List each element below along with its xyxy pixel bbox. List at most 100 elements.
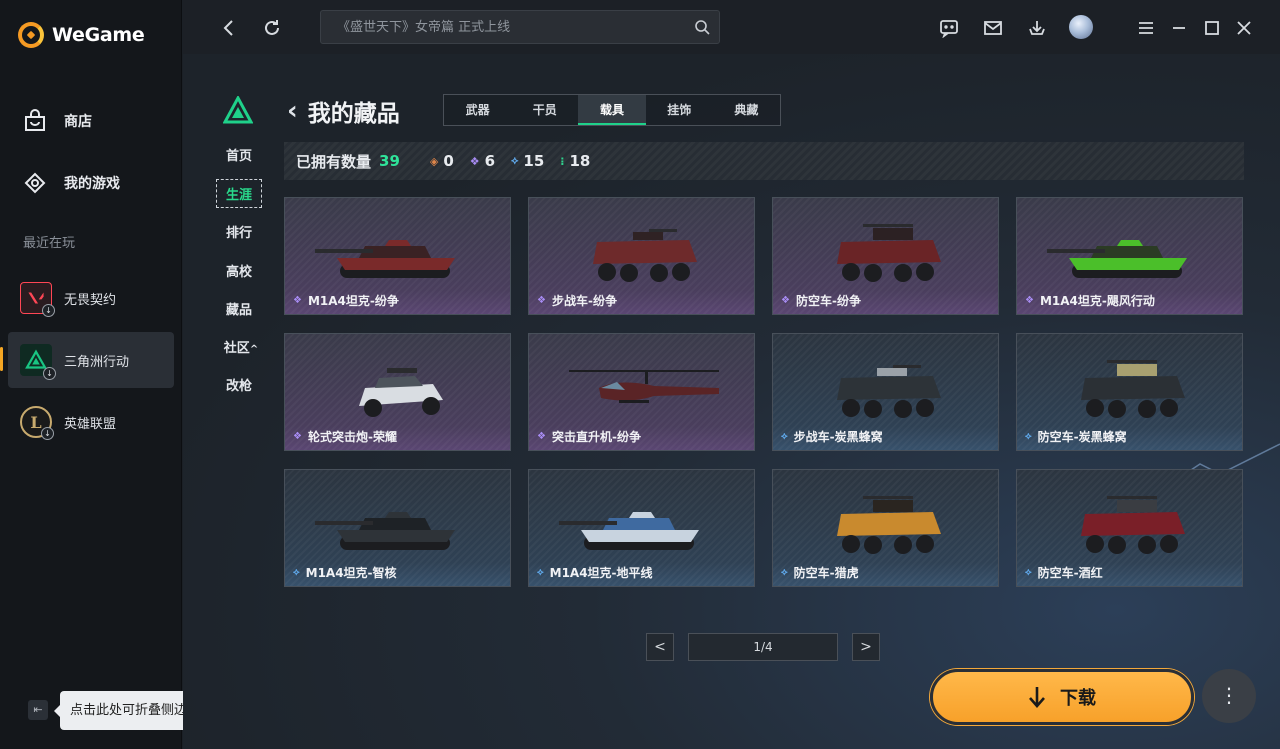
tab-archive[interactable]: 典藏 <box>713 95 780 125</box>
download-button[interactable]: 下载 <box>930 669 1194 725</box>
rarity-count-green: ⁝ 18 <box>560 152 590 170</box>
blue-diamond-icon: ⟡ <box>1025 431 1032 442</box>
blue-diamond-icon: ⟡ <box>537 567 544 578</box>
search-input[interactable] <box>321 11 671 43</box>
close-button[interactable] <box>1232 16 1256 40</box>
user-avatar[interactable] <box>1069 15 1093 39</box>
vehicle-image <box>1081 360 1185 418</box>
vehicle-name: 防空车-猎虎 <box>793 566 859 580</box>
download-manager-button[interactable] <box>1025 16 1049 40</box>
vehicle-name: 步战车-炭黑蜂窝 <box>793 430 883 444</box>
subnav-career[interactable]: 生涯 <box>216 179 262 208</box>
vehicle-image <box>315 240 455 278</box>
vehicle-card[interactable]: ❖ M1A4坦克-纷争 <box>284 197 511 315</box>
vehicle-image <box>315 512 455 550</box>
game-item-delta-force[interactable]: ↓ 三角洲行动 <box>8 332 174 388</box>
game-item-valorant[interactable]: ↓ 无畏契约 <box>8 270 174 326</box>
vehicle-name: 防空车-炭黑蜂窝 <box>1037 430 1127 444</box>
vehicle-card[interactable]: ❖ 轮式突击炮-荣耀 <box>284 333 511 451</box>
vehicle-card-label: ❖ 轮式突击炮-荣耀 <box>293 428 397 445</box>
vehicle-image <box>569 370 719 403</box>
vehicle-card-label: ⟡ 防空车-炭黑蜂窝 <box>1025 428 1127 445</box>
maximize-button[interactable] <box>1200 16 1224 40</box>
green-diamond-icon: ⁝ <box>560 154 565 168</box>
vehicle-card-label: ⟡ M1A4坦克-地平线 <box>537 564 653 581</box>
vehicle-card[interactable]: ❖ 突击直升机-纷争 <box>528 333 755 451</box>
tab-vehicles[interactable]: 载具 <box>578 95 646 125</box>
vehicle-card-label: ❖ 步战车-纷争 <box>537 292 617 309</box>
vehicle-image <box>359 368 443 417</box>
chevron-left-icon <box>223 20 233 36</box>
subnav-gun-mod[interactable]: 改枪 <box>216 375 262 394</box>
subnav-home[interactable]: 首页 <box>216 145 262 164</box>
subnav-university[interactable]: 高校 <box>216 261 262 280</box>
chat-icon <box>940 20 958 38</box>
vehicle-card[interactable]: ❖ 防空车-纷争 <box>772 197 999 315</box>
game-name: 英雄联盟 <box>64 416 117 432</box>
tab-operators[interactable]: 干员 <box>511 95 578 125</box>
orange-diamond-icon: ◈ <box>429 154 439 168</box>
back-button[interactable] <box>217 16 241 40</box>
top-bar <box>183 0 1280 54</box>
rarity-count: 15 <box>523 152 545 170</box>
owned-total: 39 <box>379 152 400 170</box>
minimize-button[interactable] <box>1167 16 1191 40</box>
download-badge-icon: ↓ <box>43 367 56 380</box>
vehicle-card[interactable]: ⟡ 步战车-炭黑蜂窝 <box>772 333 999 451</box>
vehicle-name: 防空车-纷争 <box>795 294 861 308</box>
vehicle-name: 轮式突击炮-荣耀 <box>307 430 397 444</box>
vehicle-image <box>837 496 941 554</box>
sidebar: WeGame 商店 我的游戏 最近在玩 ↓ 无畏契约 ↓ 三角洲行动 L ↓ 英… <box>0 0 211 749</box>
purple-diamond-icon: ❖ <box>293 431 302 442</box>
vehicle-card[interactable]: ⟡ 防空车-炭黑蜂窝 <box>1016 333 1243 451</box>
sidebar-item-label: 商店 <box>64 114 92 130</box>
more-options-button[interactable]: ⋮ <box>1202 669 1256 723</box>
refresh-button[interactable] <box>260 16 284 40</box>
vehicle-card-label: ❖ 突击直升机-纷争 <box>537 428 641 445</box>
rarity-count: 0 <box>443 152 454 170</box>
owned-summary: 已拥有数量 39 ◈ 0 ❖ 6 ⟡ 15 ⁝ 18 <box>284 142 1244 180</box>
blue-diamond-icon: ⟡ <box>1025 567 1032 578</box>
subnav-community[interactable]: 社区^ <box>221 337 261 356</box>
download-badge-icon: ↓ <box>41 427 54 440</box>
mail-icon <box>984 21 1002 35</box>
vehicle-card-label: ⟡ M1A4坦克-智核 <box>293 564 397 581</box>
download-manager-icon <box>1029 21 1045 35</box>
vehicle-name: M1A4坦克-纷争 <box>307 294 399 308</box>
mail-button[interactable] <box>981 16 1005 40</box>
vehicle-card[interactable]: ❖ M1A4坦克-飓风行动 <box>1016 197 1243 315</box>
vehicle-card[interactable]: ⟡ 防空车-猎虎 <box>772 469 999 587</box>
game-item-league-of-legends[interactable]: L ↓ 英雄联盟 <box>8 394 174 450</box>
search-icon[interactable] <box>694 19 710 35</box>
prev-page-button[interactable]: < <box>646 633 674 661</box>
chevron-left-icon[interactable]: ‹ <box>287 98 298 124</box>
menu-button[interactable] <box>1134 16 1158 40</box>
blue-diamond-icon: ⟡ <box>781 567 788 578</box>
main-content: 首页 生涯 排行 高校 藏品 社区^ 改枪 ‹ 我的藏品 武器 干员 载具 挂饰… <box>183 54 1280 749</box>
vehicle-card[interactable]: ⟡ M1A4坦克-智核 <box>284 469 511 587</box>
active-game-indicator <box>0 347 3 371</box>
vehicle-card[interactable]: ⟡ 防空车-酒红 <box>1016 469 1243 587</box>
vehicle-card-label: ❖ M1A4坦克-纷争 <box>293 292 399 309</box>
subnav-collection[interactable]: 藏品 <box>216 299 262 318</box>
subnav-ranking[interactable]: 排行 <box>216 222 262 241</box>
purple-diamond-icon: ❖ <box>781 295 790 306</box>
delta-force-icon: ↓ <box>20 344 56 380</box>
wegame-logo[interactable]: WeGame <box>18 22 145 48</box>
vehicle-card[interactable]: ❖ 步战车-纷争 <box>528 197 755 315</box>
tab-charms[interactable]: 挂饰 <box>646 95 713 125</box>
collapse-sidebar-button[interactable]: ⇤ <box>28 700 48 720</box>
purple-diamond-icon: ❖ <box>1025 295 1034 306</box>
tab-weapons[interactable]: 武器 <box>444 95 511 125</box>
minimize-icon <box>1173 27 1185 29</box>
game-name: 三角洲行动 <box>64 354 130 370</box>
close-icon <box>1237 21 1251 35</box>
sidebar-item-my-games[interactable]: 我的游戏 <box>22 170 120 196</box>
vehicle-card-label: ⟡ 防空车-猎虎 <box>781 564 859 581</box>
wegame-logo-icon <box>18 22 44 48</box>
vehicle-card-label: ⟡ 步战车-炭黑蜂窝 <box>781 428 883 445</box>
vehicle-card[interactable]: ⟡ M1A4坦克-地平线 <box>528 469 755 587</box>
next-page-button[interactable]: > <box>852 633 880 661</box>
sidebar-item-shop[interactable]: 商店 <box>22 108 92 134</box>
chat-button[interactable] <box>937 16 961 40</box>
